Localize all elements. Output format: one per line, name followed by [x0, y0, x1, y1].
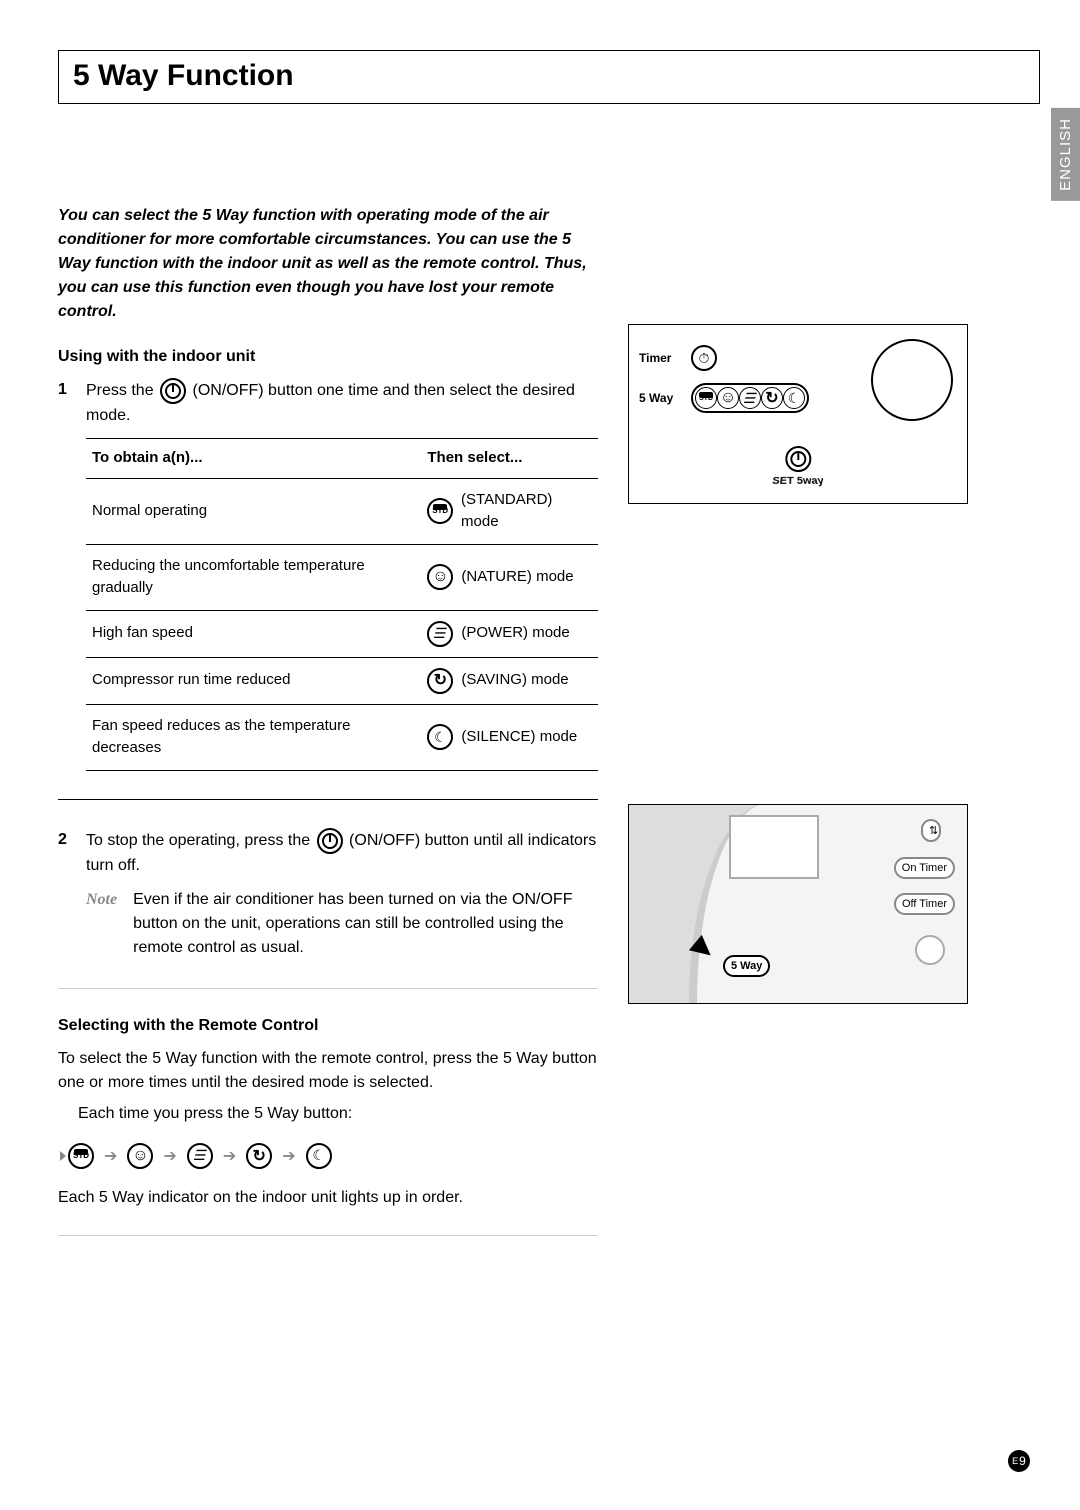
- set-cancel-button: [915, 935, 945, 965]
- step-number: 2: [58, 828, 70, 960]
- indoor-heading: Using with the indoor unit: [58, 348, 598, 366]
- step1-text-a: Press the: [86, 382, 154, 399]
- set-5way-label: SET 5way: [771, 476, 824, 487]
- silence-icon: [306, 1143, 332, 1169]
- content-area: You can select the 5 Way function with o…: [58, 204, 1040, 1264]
- remote-control-illustration: ⇅ On Timer Off Timer 5 Way: [628, 804, 968, 1004]
- timer-label: Timer: [639, 351, 681, 365]
- mode-sequence: STD ➔ ➔ ➔ ➔: [58, 1137, 598, 1175]
- table-row: High fan speed (POWER) mode: [86, 610, 598, 657]
- left-column: You can select the 5 Way function with o…: [58, 204, 598, 1264]
- th-obtain: To obtain a(n)...: [86, 439, 421, 479]
- step-1-body: Press the (ON/OFF) button one time and t…: [86, 378, 598, 771]
- table-row: Compressor run time reduced (SAVING) mod…: [86, 657, 598, 704]
- indoor-unit-panel-illustration: Timer ⏱ 5 Way STD SET 5way: [628, 324, 968, 504]
- select-label: (POWER) mode: [461, 622, 569, 645]
- arrow-icon: ➔: [223, 1146, 236, 1166]
- silence-icon: [427, 724, 453, 750]
- select-cell: STD (STANDARD) mode: [427, 489, 592, 534]
- intro-paragraph: You can select the 5 Way function with o…: [58, 204, 598, 324]
- divider-light: [58, 1235, 598, 1236]
- nature-icon: [717, 387, 739, 409]
- select-label: (SAVING) mode: [461, 669, 568, 692]
- power-mode-icon: [187, 1143, 213, 1169]
- table-row: Reducing the uncomfortable temperature g…: [86, 544, 598, 610]
- select-cell: (SAVING) mode: [427, 668, 592, 694]
- nature-icon: [127, 1143, 153, 1169]
- page-title-box: 5 Way Function: [58, 50, 1040, 104]
- note-text: Even if the air conditioner has been tur…: [133, 888, 598, 960]
- note-label: Note: [86, 888, 117, 960]
- select-label: (NATURE) mode: [461, 566, 573, 589]
- obtain-cell: Compressor run time reduced: [86, 657, 421, 704]
- select-cell: (POWER) mode: [427, 621, 592, 647]
- select-cell: (NATURE) mode: [427, 564, 592, 590]
- select-label: (STANDARD) mode: [461, 489, 592, 534]
- table-row: Fan speed reduces as the temperature dec…: [86, 704, 598, 770]
- swing-button: ⇅: [921, 819, 941, 842]
- saving-icon: [427, 668, 453, 694]
- remote-p3: Each 5 Way indicator on the indoor unit …: [58, 1189, 598, 1207]
- timer-button-icon: ⏱: [691, 345, 717, 371]
- step-2-body: To stop the operating, press the (ON/OFF…: [86, 828, 598, 960]
- fiveway-button: 5 Way: [723, 955, 770, 977]
- page-title: 5 Way Function: [73, 59, 1025, 93]
- fiveway-button-cluster: STD: [691, 383, 809, 413]
- nature-icon: [427, 564, 453, 590]
- table-row: Normal operating STD (STANDARD) mode: [86, 478, 598, 544]
- remote-p2: Each time you press the 5 Way button:: [78, 1105, 598, 1123]
- right-column: Timer ⏱ 5 Way STD SET 5way ⇅: [628, 204, 1040, 1264]
- arrow-icon: ➔: [282, 1146, 295, 1166]
- mode-table: To obtain a(n)... Then select... Normal …: [86, 438, 598, 771]
- step-2: 2 To stop the operating, press the (ON/O…: [58, 828, 598, 960]
- power-mode-icon: [427, 621, 453, 647]
- power-icon: [785, 446, 811, 472]
- obtain-cell: Fan speed reduces as the temperature dec…: [86, 704, 421, 770]
- obtain-cell: Reducing the uncomfortable temperature g…: [86, 544, 421, 610]
- language-tab: ENGLISH: [1051, 108, 1080, 201]
- on-timer-button: On Timer: [894, 857, 955, 879]
- fiveway-label: 5 Way: [639, 391, 681, 405]
- obtain-cell: Normal operating: [86, 478, 421, 544]
- page-prefix: E: [1012, 1456, 1018, 1466]
- note-row: Note Even if the air conditioner has bee…: [86, 888, 598, 960]
- step2-text-a: To stop the operating, press the: [86, 832, 310, 849]
- arrow-icon: ➔: [104, 1146, 117, 1166]
- remote-heading: Selecting with the Remote Control: [58, 1017, 598, 1035]
- step-number: 1: [58, 378, 70, 771]
- divider-light: [58, 988, 598, 989]
- select-label: (SILENCE) mode: [461, 726, 577, 749]
- set-5way-button: SET 5way: [772, 446, 823, 487]
- divider: [58, 799, 598, 800]
- step-1: 1 Press the (ON/OFF) button one time and…: [58, 378, 598, 771]
- standard-icon: STD: [68, 1143, 94, 1169]
- obtain-cell: High fan speed: [86, 610, 421, 657]
- display-circle: [871, 339, 953, 421]
- silence-icon: [783, 387, 805, 409]
- page-number-badge: E9: [1008, 1450, 1030, 1472]
- page-num: 9: [1019, 1454, 1026, 1468]
- off-timer-button: Off Timer: [894, 893, 955, 915]
- power-icon: [160, 378, 186, 404]
- arrow-icon: ➔: [163, 1146, 176, 1166]
- remote-p1: To select the 5 Way function with the re…: [58, 1047, 598, 1095]
- select-cell: (SILENCE) mode: [427, 724, 592, 750]
- saving-icon: [761, 387, 783, 409]
- standard-icon: STD: [427, 498, 453, 524]
- remote-screen: [729, 815, 819, 879]
- power-mode-icon: [739, 387, 761, 409]
- power-icon: [317, 828, 343, 854]
- standard-icon: STD: [695, 387, 717, 409]
- saving-icon: [246, 1143, 272, 1169]
- th-select: Then select...: [421, 439, 598, 479]
